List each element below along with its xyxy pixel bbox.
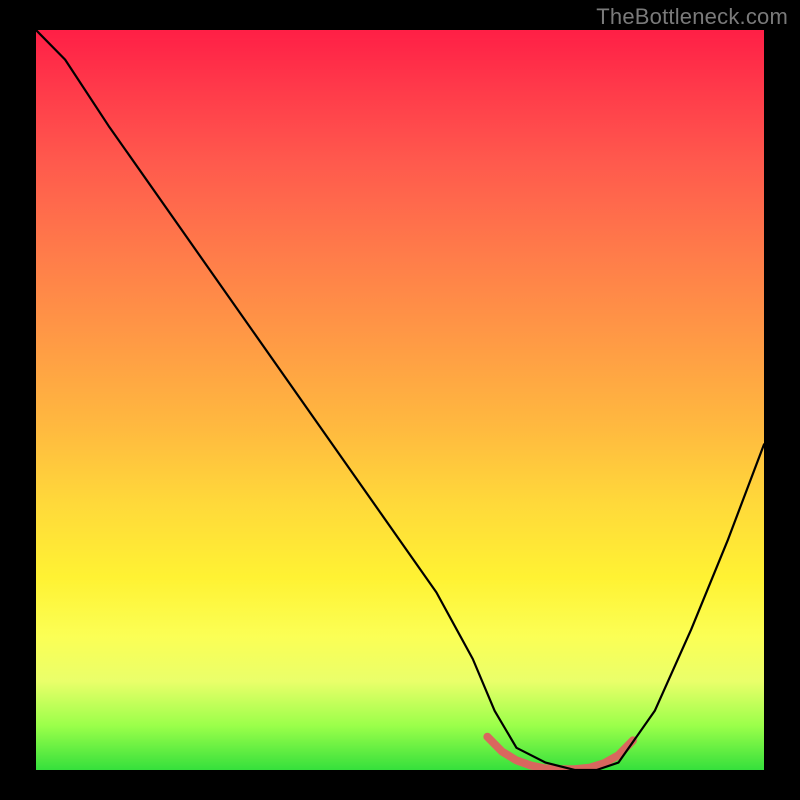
bottleneck-curve xyxy=(36,30,764,770)
chart-stage: TheBottleneck.com xyxy=(0,0,800,800)
chart-svg xyxy=(36,30,764,770)
watermark-text: TheBottleneck.com xyxy=(596,4,788,30)
plot-area xyxy=(36,30,764,770)
